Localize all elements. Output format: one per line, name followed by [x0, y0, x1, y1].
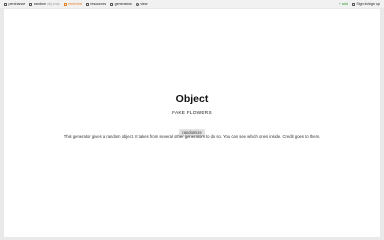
page-icon: [29, 2, 33, 6]
user-icon: [351, 2, 355, 6]
sign-in-label: Sign in/sign up: [356, 2, 380, 6]
nav-item-home[interactable]: perchance: [4, 0, 25, 8]
nav-item-sublabel: obj.cmp: [46, 2, 60, 6]
nav-item-label: resources: [90, 2, 107, 6]
nav-item-label: generators: [114, 2, 132, 6]
description-text: This generator gives a random object. It…: [63, 134, 321, 139]
nav-item-resources[interactable]: resources: [85, 0, 107, 8]
top-navigation-bar: perchance random obj.cmp remix/ed resour…: [0, 0, 384, 8]
nav-item-label: remix/ed: [68, 2, 82, 6]
add-button[interactable]: + add: [339, 0, 348, 8]
list-icon: [110, 2, 114, 6]
nav-item-remix[interactable]: remix/ed: [63, 0, 82, 8]
eye-icon: [135, 2, 139, 6]
generated-result: FAKE FLOWERS: [172, 111, 212, 116]
nav-links: perchance random obj.cmp remix/ed resour…: [4, 0, 152, 8]
nav-item-label: view: [140, 2, 148, 6]
nav-item-label: perchance: [8, 2, 26, 6]
nav-item-generators[interactable]: generators: [110, 0, 132, 8]
book-icon: [85, 2, 89, 6]
page-title: Object: [175, 93, 209, 105]
edit-icon: [63, 2, 67, 6]
nav-account: + add Sign in/sign up: [339, 0, 380, 8]
home-icon: [4, 2, 7, 6]
nav-item-label: random: [33, 2, 46, 6]
nav-item-random[interactable]: random obj.cmp: [29, 0, 60, 8]
nav-item-view[interactable]: view: [135, 0, 148, 8]
sign-in-link[interactable]: Sign in/sign up: [351, 0, 380, 8]
generator-panel: Object FAKE FLOWERS randomize This gener…: [4, 9, 380, 237]
